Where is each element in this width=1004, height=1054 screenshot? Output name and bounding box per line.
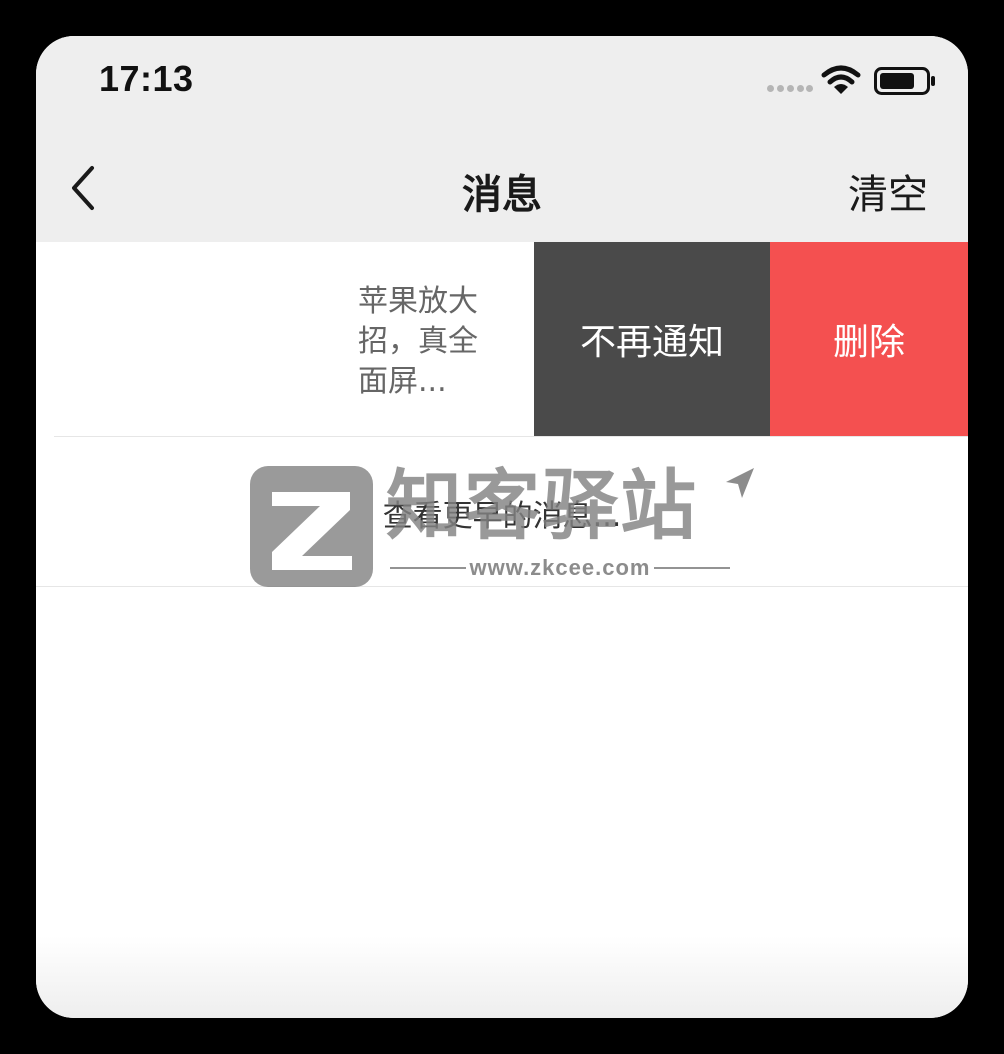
- status-bar: 17:13: [36, 36, 968, 136]
- bottom-fade: [36, 936, 968, 1018]
- battery-icon: [874, 67, 935, 95]
- signal-dots-icon: [767, 85, 813, 93]
- divider: [36, 586, 968, 587]
- mute-notification-button[interactable]: 不再通知: [534, 242, 770, 436]
- view-earlier-messages-label: 查看更早的消息...: [382, 499, 622, 534]
- message-preview: 苹果放大 招，真全 面屏...: [358, 284, 478, 399]
- clear-button[interactable]: 清空: [848, 162, 928, 220]
- delete-button[interactable]: 删除: [770, 242, 968, 436]
- status-time: 17:13: [99, 58, 194, 99]
- message-list-item[interactable]: 苹果放大 招，真全 面屏... 不再通知 删除: [36, 242, 968, 436]
- wifi-icon: [821, 65, 861, 94]
- phone-screen: 17:13 消息 清空 苹果放大 招，真全 面屏... 不再通知 删除 查看更早…: [36, 36, 968, 1018]
- nav-bar: 消息 清空: [36, 136, 968, 242]
- page-title: 消息: [462, 172, 542, 218]
- view-earlier-messages-row[interactable]: 查看更早的消息...: [36, 437, 968, 587]
